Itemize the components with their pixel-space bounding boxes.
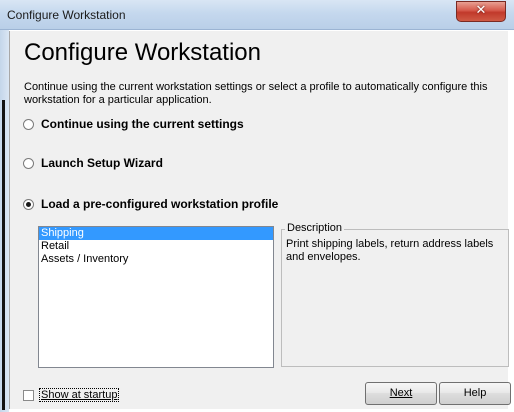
- close-button[interactable]: ✕: [456, 1, 506, 22]
- show-at-startup-checkbox[interactable]: [23, 389, 34, 401]
- list-item-retail[interactable]: Retail: [39, 240, 273, 253]
- radio-load-profile[interactable]: [23, 198, 34, 210]
- option-label[interactable]: Load a pre-configured workstation profil…: [41, 197, 278, 211]
- show-at-startup-option[interactable]: Show at startup: [23, 388, 120, 402]
- show-at-startup-label[interactable]: Show at startup: [39, 388, 120, 402]
- instructions-text: Continue using the current workstation s…: [24, 81, 488, 106]
- radio-launch-wizard[interactable]: [23, 157, 34, 169]
- list-item-shipping[interactable]: Shipping: [39, 227, 273, 240]
- next-button-label: Next: [389, 387, 413, 399]
- option-label[interactable]: Continue using the current settings: [41, 117, 244, 131]
- window-left-border: [0, 30, 9, 412]
- left-accent-bar: [2, 100, 5, 410]
- next-button[interactable]: Next: [365, 382, 437, 405]
- page-title: Configure Workstation: [24, 39, 261, 66]
- window-title: Configure Workstation: [7, 8, 126, 22]
- option-continue-current[interactable]: Continue using the current settings: [23, 116, 244, 132]
- close-icon: ✕: [475, 3, 487, 18]
- option-label[interactable]: Launch Setup Wizard: [41, 156, 163, 170]
- help-button[interactable]: Help: [439, 382, 511, 405]
- profile-description-text: Print shipping labels, return address la…: [286, 238, 494, 263]
- option-launch-wizard[interactable]: Launch Setup Wizard: [23, 155, 163, 171]
- description-group: Description Print shipping labels, retur…: [281, 222, 509, 367]
- option-load-profile[interactable]: Load a pre-configured workstation profil…: [23, 196, 278, 212]
- help-button-label: Help: [463, 387, 487, 399]
- radio-continue-current[interactable]: [23, 118, 34, 130]
- profile-listbox[interactable]: Shipping Retail Assets / Inventory: [38, 226, 274, 368]
- list-item-assets-inventory[interactable]: Assets / Inventory: [39, 253, 273, 266]
- description-legend: Description: [285, 222, 345, 234]
- title-bar[interactable]: Configure Workstation ✕: [0, 0, 514, 30]
